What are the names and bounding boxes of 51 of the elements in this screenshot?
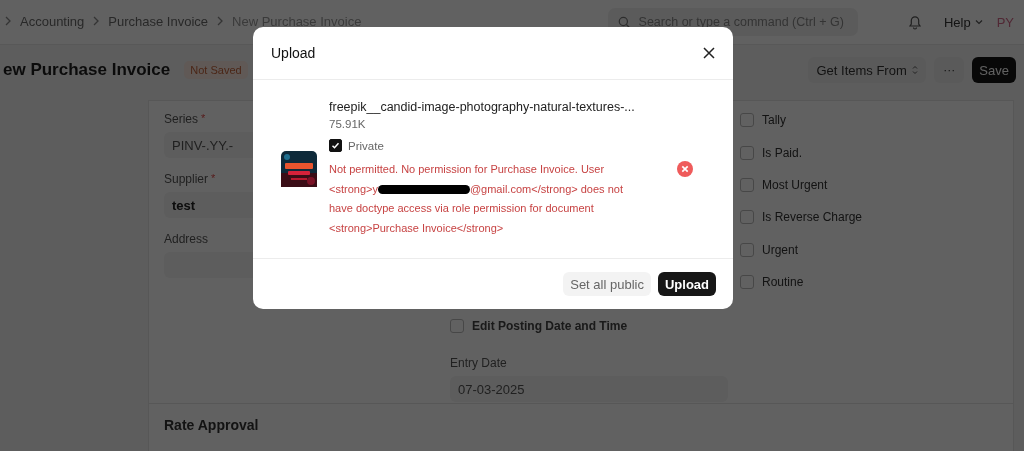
error-text: <strong>Purchase Invoice</strong> (329, 220, 504, 236)
breadcrumb-link[interactable]: Accounting (20, 13, 85, 29)
sort-arrows-icon (912, 64, 919, 75)
checkbox[interactable] (740, 210, 754, 225)
private-label: Private (348, 139, 384, 152)
checkbox[interactable] (740, 177, 754, 192)
checkbox-label: Tally (762, 113, 786, 128)
checkbox[interactable] (740, 113, 754, 128)
upload-button[interactable]: Upload (657, 272, 716, 296)
error-text: Not permitted. No permission for Purchase Invoice. User (329, 162, 605, 177)
checkbox-label: Edit Posting Date and Time (472, 319, 628, 334)
checkbox-label: Urgent (762, 242, 799, 257)
file-name: freepik__candid-image-photography-natural-textures-... (329, 100, 636, 114)
required-mark: * (211, 172, 216, 184)
required-mark: * (201, 112, 206, 124)
field-label: Series (164, 112, 198, 126)
checkbox-label: Is Paid. (762, 145, 803, 160)
remove-icon[interactable] (677, 161, 693, 177)
check-icon (331, 141, 340, 150)
field-label: Supplier (164, 172, 209, 186)
private-checkbox[interactable] (329, 139, 342, 152)
checkbox-label: Most Urgent (762, 177, 828, 192)
checkbox-label: Routine (762, 275, 804, 290)
checkbox[interactable] (740, 242, 754, 257)
checkbox-label: Is Reverse Charge (762, 210, 863, 225)
checkbox[interactable] (740, 275, 754, 290)
error-text: <strong>y (329, 181, 378, 197)
checkbox[interactable] (450, 319, 464, 334)
section-heading: Rate Approval (164, 417, 259, 433)
caret-icon (974, 19, 983, 25)
field-label: Entry Date (450, 356, 508, 371)
status-badge: Not Saved (184, 61, 248, 79)
save-button[interactable]: Save (972, 57, 1016, 83)
file-size: 75.91K (329, 118, 367, 130)
chevron-icon (216, 16, 225, 26)
breadcrumb-link[interactable]: Purchase Invoice (108, 13, 209, 29)
user-avatar[interactable]: PY (996, 14, 1014, 30)
error-text: @gmail.com</strong> does not (469, 181, 623, 197)
page-title: ew Purchase Invoice (3, 60, 171, 80)
chevron-icon (4, 16, 12, 26)
set-public-button[interactable]: Set all public (563, 272, 651, 296)
help-menu[interactable]: Help (943, 14, 971, 30)
error-text: have doctype access via role permission for document (329, 201, 594, 216)
bell-icon[interactable] (907, 14, 922, 30)
close-icon[interactable] (703, 47, 715, 59)
checkbox[interactable] (740, 145, 754, 160)
chevron-icon (92, 16, 101, 26)
field-label: Address (164, 232, 209, 246)
date-field[interactable]: 07-03-2025 (450, 376, 728, 403)
dialog-title: Upload (271, 45, 316, 61)
search-icon (617, 15, 631, 29)
